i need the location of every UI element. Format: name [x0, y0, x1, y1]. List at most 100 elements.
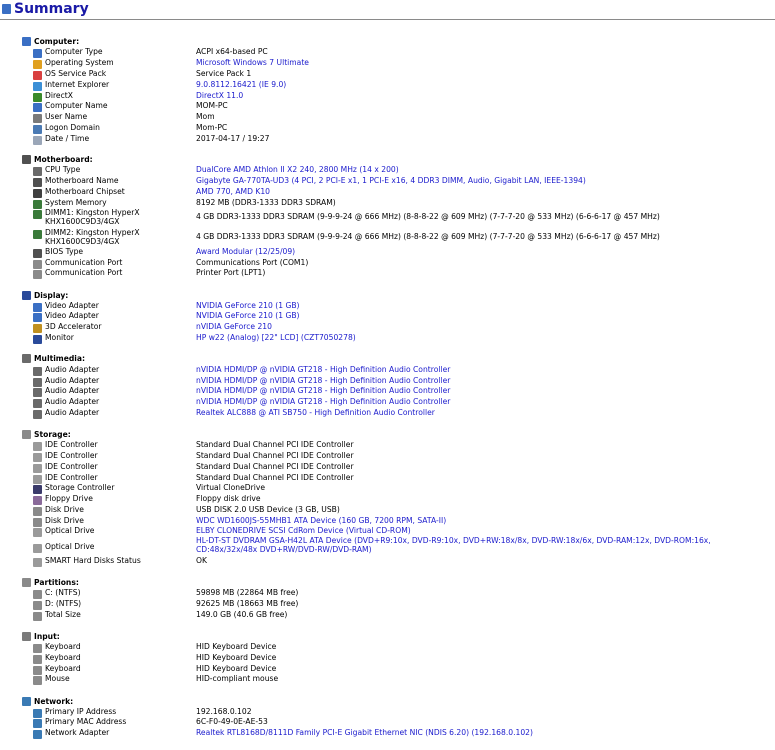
- row-value-link[interactable]: Award Modular (12/25/09): [196, 247, 774, 257]
- row-value-link[interactable]: DirectX 11.0: [196, 91, 774, 101]
- row-label: Logon Domain: [33, 123, 191, 134]
- row-label: User Name: [33, 112, 191, 123]
- row-label: Audio Adapter: [33, 365, 191, 376]
- row-label: Monitor: [33, 333, 191, 344]
- keyboard-icon: [33, 666, 42, 675]
- storage-icon: [22, 430, 31, 439]
- calendar-icon: [33, 136, 42, 145]
- optical-icon: [33, 544, 42, 553]
- network-icon: [22, 697, 31, 706]
- row-value-link[interactable]: 9.0.8112.16421 (IE 9.0): [196, 80, 774, 90]
- section-multimedia[interactable]: Multimedia:: [22, 354, 85, 363]
- row-value-link[interactable]: nVIDIA HDMI/DP @ nVIDIA GT218 - High Def…: [196, 376, 774, 386]
- row-label-text: Date / Time: [45, 134, 90, 143]
- row-label: CPU Type: [33, 165, 191, 176]
- row-value-link[interactable]: Realtek RTL8168D/8111D Family PCI-E Giga…: [196, 728, 774, 738]
- section-title: Storage:: [34, 430, 71, 439]
- computer-icon: [22, 37, 31, 46]
- row-value: Mom: [196, 112, 215, 121]
- row-label-text: IDE Controller: [45, 462, 98, 471]
- row-value: 59898 MB (22864 MB free): [196, 588, 299, 597]
- partition-icon: [22, 578, 31, 587]
- row-value: USB DISK 2.0 USB Device (3 GB, USB): [196, 505, 340, 514]
- row-label-text: D: (NTFS): [45, 599, 82, 608]
- controller-icon: [33, 453, 42, 462]
- row-value-link[interactable]: nVIDIA HDMI/DP @ nVIDIA GT218 - High Def…: [196, 365, 774, 375]
- users-icon: [33, 125, 42, 134]
- row-label-text: Communication Port: [45, 268, 123, 277]
- row-label: Computer Type: [33, 47, 191, 58]
- controller-icon: [33, 464, 42, 473]
- row-value-link[interactable]: HL-DT-ST DVDRAM GSA-H42L ATA Device (DVD…: [196, 536, 774, 554]
- summary-icon: [2, 4, 11, 14]
- row-value: Mom-PC: [196, 123, 228, 132]
- optical-icon: [33, 528, 42, 537]
- row-label: Storage Controller: [33, 483, 191, 494]
- partition-icon: [33, 601, 42, 610]
- row-value-link[interactable]: NVIDIA GeForce 210 (1 GB): [196, 301, 774, 311]
- row-value: 6C-F0-49-0E-AE-53: [196, 717, 268, 726]
- row-value-link[interactable]: DualCore AMD Athlon II X2 240, 2800 MHz …: [196, 165, 774, 175]
- row-label-text: Network Adapter: [45, 728, 110, 737]
- computer-icon: [33, 103, 42, 112]
- row-value: Virtual CloneDrive: [196, 483, 266, 492]
- section-storage[interactable]: Storage:: [22, 430, 71, 439]
- section-input[interactable]: Input:: [22, 632, 60, 641]
- computer-icon: [33, 49, 42, 58]
- row-label-text: Monitor: [45, 333, 74, 342]
- row-value: Standard Dual Channel PCI IDE Controller: [196, 440, 354, 449]
- row-value-link[interactable]: Realtek ALC888 @ ATI SB750 - High Defini…: [196, 408, 774, 418]
- row-label-text: C: (NTFS): [45, 588, 81, 597]
- user-icon: [33, 114, 42, 123]
- row-value-link[interactable]: Microsoft Windows 7 Ultimate: [196, 58, 774, 68]
- section-display[interactable]: Display:: [22, 291, 68, 300]
- row-label: Date / Time: [33, 134, 191, 145]
- controller-icon: [33, 475, 42, 484]
- display-icon: [33, 303, 42, 312]
- section-title: Input:: [34, 632, 60, 641]
- section-motherboard[interactable]: Motherboard:: [22, 155, 93, 164]
- network-icon: [33, 709, 42, 718]
- section-computer[interactable]: Computer:: [22, 37, 79, 46]
- row-value: HID Keyboard Device: [196, 642, 277, 651]
- row-label: Communication Port: [33, 268, 191, 279]
- row-value-link[interactable]: Gigabyte GA-770TA-UD3 (4 PCI, 2 PCI-E x1…: [196, 176, 774, 186]
- row-label: Keyboard: [33, 653, 191, 664]
- row-value-link[interactable]: nVIDIA HDMI/DP @ nVIDIA GT218 - High Def…: [196, 397, 774, 407]
- row-value: ACPI x64-based PC: [196, 47, 268, 56]
- row-label: IDE Controller: [33, 440, 191, 451]
- accelerator-icon: [33, 324, 42, 333]
- row-value: Service Pack 1: [196, 69, 252, 78]
- row-value: 92625 MB (18663 MB free): [196, 599, 299, 608]
- row-label-text: Keyboard: [45, 653, 81, 662]
- section-partitions[interactable]: Partitions:: [22, 578, 79, 587]
- section-network[interactable]: Network:: [22, 697, 73, 706]
- speaker-icon: [33, 388, 42, 397]
- row-value-link[interactable]: nVIDIA HDMI/DP @ nVIDIA GT218 - High Def…: [196, 386, 774, 396]
- monitor-icon: [33, 335, 42, 344]
- row-label-text: Keyboard: [45, 664, 81, 673]
- row-value-link[interactable]: NVIDIA GeForce 210 (1 GB): [196, 311, 774, 321]
- row-value: 8192 MB (DDR3-1333 DDR3 SDRAM): [196, 198, 336, 207]
- row-value-link[interactable]: HP w22 (Analog) [22" LCD] (CZT7050278): [196, 333, 774, 343]
- row-label: D: (NTFS): [33, 599, 191, 610]
- row-value-link[interactable]: WDC WD1600JS-55MHB1 ATA Device (160 GB, …: [196, 516, 774, 526]
- row-label: Total Size: [33, 610, 191, 621]
- row-label-text: Total Size: [45, 610, 81, 619]
- speaker-icon: [33, 410, 42, 419]
- row-label: Audio Adapter: [33, 386, 191, 397]
- row-value: Printer Port (LPT1): [196, 268, 266, 277]
- row-value-link[interactable]: ELBY CLONEDRIVE SCSI CdRom Device (Virtu…: [196, 526, 774, 536]
- row-label: DIMM2: Kingston HyperX KHX1600C9D3/4GX: [33, 228, 191, 246]
- floppy-icon: [33, 496, 42, 505]
- partition-icon: [33, 612, 42, 621]
- row-value-link[interactable]: AMD 770, AMD K10: [196, 187, 774, 197]
- keyboard-icon: [33, 655, 42, 664]
- row-value-link[interactable]: nVIDIA GeForce 210: [196, 322, 774, 332]
- row-label-text: System Memory: [45, 198, 107, 207]
- section-title: Multimedia:: [34, 354, 86, 363]
- row-label-text: Mouse: [45, 674, 70, 683]
- row-label-text: Floppy Drive: [45, 494, 93, 503]
- speaker-icon: [33, 378, 42, 387]
- page-header: Summary: [2, 0, 89, 18]
